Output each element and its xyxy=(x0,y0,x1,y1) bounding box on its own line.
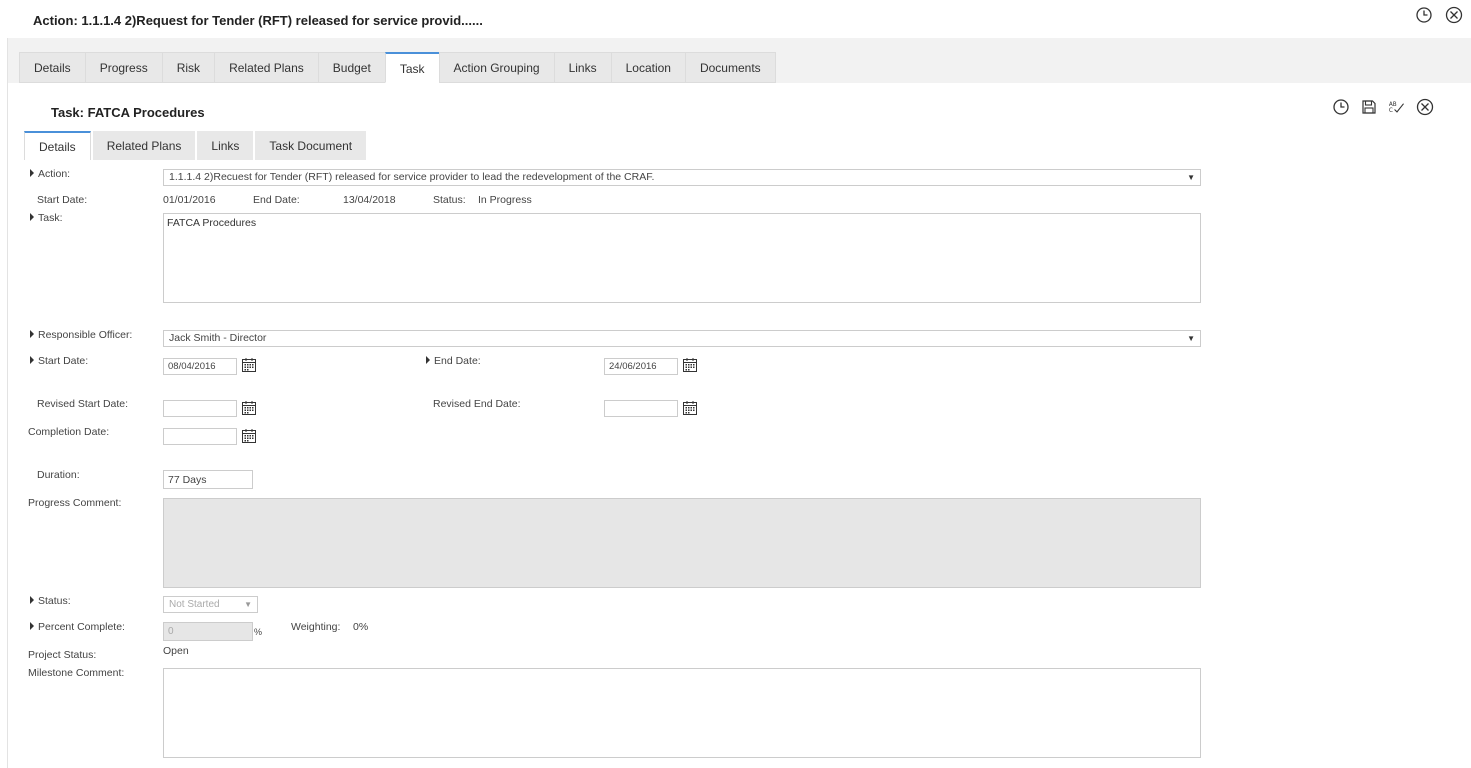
save-icon[interactable] xyxy=(1360,98,1378,116)
status-select-value: Not Started xyxy=(169,599,220,610)
duration-input[interactable]: 77 Days xyxy=(163,470,253,489)
inner-tab-task-document[interactable]: Task Document xyxy=(255,131,367,160)
dropdown-arrow-icon: ▼ xyxy=(1187,334,1195,343)
action-label-text: Action: xyxy=(38,168,71,180)
action-start-value: 01/01/2016 xyxy=(163,194,216,206)
action-select[interactable]: 1.1.1.4 2)Recuest for Tender (RFT) relea… xyxy=(163,169,1201,186)
revised-end-label: Revised End Date: xyxy=(433,398,521,410)
responsible-label: Responsible Officer: xyxy=(30,329,132,341)
dropdown-arrow-icon: ▼ xyxy=(1187,173,1195,182)
expand-caret-icon[interactable] xyxy=(30,330,34,338)
responsible-label-text: Responsible Officer: xyxy=(38,329,133,341)
task-status-label-text: Status: xyxy=(38,595,71,607)
task-end-label-text: End Date: xyxy=(434,355,481,367)
calendar-icon[interactable] xyxy=(682,400,698,416)
start-date-input[interactable]: 08/04/2016 xyxy=(163,358,237,375)
duration-label: Duration: xyxy=(37,469,80,481)
percent-label: Percent Complete: xyxy=(30,621,125,633)
action-status-label: Status: xyxy=(433,194,466,206)
task-toolbar: AB C xyxy=(1332,98,1434,116)
project-status-value: Open xyxy=(163,645,189,657)
task-status-label: Status: xyxy=(30,595,71,607)
tab-related-plans[interactable]: Related Plans xyxy=(214,52,318,83)
calendar-icon[interactable] xyxy=(241,357,257,373)
revised-start-label: Revised Start Date: xyxy=(37,398,129,410)
expand-caret-icon[interactable] xyxy=(30,356,34,364)
calendar-icon[interactable] xyxy=(241,428,257,444)
task-end-label: End Date: xyxy=(426,355,481,367)
tab-action-grouping[interactable]: Action Grouping xyxy=(438,52,554,83)
tab-progress[interactable]: Progress xyxy=(84,52,162,83)
tab-risk[interactable]: Risk xyxy=(161,52,215,83)
action-end-value: 13/04/2018 xyxy=(343,194,396,206)
tab-links[interactable]: Links xyxy=(553,52,611,83)
tab-details[interactable]: Details xyxy=(19,52,85,83)
weighting-value: 0% xyxy=(353,621,369,633)
action-select-value: 1.1.1.4 2)Recuest for Tender (RFT) relea… xyxy=(169,171,655,183)
revised-start-input[interactable] xyxy=(163,400,237,417)
status-select: Not Started ▼ xyxy=(163,596,258,613)
task-label-text: Task: xyxy=(38,212,63,224)
completion-label: Completion Date: xyxy=(28,426,110,438)
percent-label-text: Percent Complete: xyxy=(38,621,125,633)
calendar-icon[interactable] xyxy=(682,357,698,373)
action-label: Action: xyxy=(30,168,70,180)
tab-documents[interactable]: Documents xyxy=(684,52,776,83)
revised-end-input[interactable] xyxy=(604,400,678,417)
percent-unit: % xyxy=(254,627,263,637)
responsible-officer-value: Jack Smith - Director xyxy=(169,332,267,344)
responsible-officer-select[interactable]: Jack Smith - Director ▼ xyxy=(163,330,1201,347)
panel-border xyxy=(7,38,8,768)
calendar-icon[interactable] xyxy=(241,400,257,416)
action-end-label: End Date: xyxy=(253,194,300,206)
tab-location[interactable]: Location xyxy=(610,52,685,83)
close-icon[interactable] xyxy=(1445,6,1463,24)
task-label: Task: xyxy=(30,212,63,224)
milestone-label: Milestone Comment: xyxy=(28,667,125,679)
expand-caret-icon[interactable] xyxy=(30,622,34,630)
inner-tab-details[interactable]: Details xyxy=(24,131,91,160)
tab-task[interactable]: Task xyxy=(384,52,439,83)
task-textarea[interactable]: FATCA Procedures xyxy=(163,213,1201,303)
progress-comment-textarea xyxy=(163,498,1201,588)
expand-caret-icon[interactable] xyxy=(30,596,34,604)
action-start-label: Start Date: xyxy=(37,194,88,206)
tab-budget[interactable]: Budget xyxy=(317,52,385,83)
milestone-comment-textarea[interactable] xyxy=(163,668,1201,758)
percent-complete-input: 0 xyxy=(163,622,253,641)
page-title: Action: 1.1.1.4 2)Request for Tender (RF… xyxy=(33,13,483,28)
task-title: Task: FATCA Procedures xyxy=(51,105,205,120)
weighting-label: Weighting: xyxy=(291,621,341,633)
project-status-label: Project Status: xyxy=(28,649,97,661)
expand-caret-icon[interactable] xyxy=(30,213,34,221)
task-start-label-text: Start Date: xyxy=(38,355,89,367)
expand-caret-icon[interactable] xyxy=(30,169,34,177)
dropdown-arrow-icon: ▼ xyxy=(244,600,252,609)
history-icon[interactable] xyxy=(1415,6,1433,24)
progress-comment-label: Progress Comment: xyxy=(28,497,122,509)
completion-date-input[interactable] xyxy=(163,428,237,445)
end-date-input[interactable]: 24/06/2016 xyxy=(604,358,678,375)
outer-tab-bar: Details Progress Risk Related Plans Budg… xyxy=(19,52,776,83)
task-start-label: Start Date: xyxy=(30,355,88,367)
inner-tab-bar: Details Related Plans Links Task Documen… xyxy=(24,131,368,160)
task-close-icon[interactable] xyxy=(1416,98,1434,116)
action-status-value: In Progress xyxy=(478,194,532,206)
svg-text:C: C xyxy=(1389,108,1393,114)
inner-tab-links[interactable]: Links xyxy=(197,131,254,160)
inner-tab-related-plans[interactable]: Related Plans xyxy=(92,131,196,160)
task-history-icon[interactable] xyxy=(1332,98,1350,116)
spellcheck-icon[interactable]: AB C xyxy=(1388,98,1406,116)
expand-caret-icon[interactable] xyxy=(426,356,430,364)
window-controls xyxy=(1415,6,1463,24)
